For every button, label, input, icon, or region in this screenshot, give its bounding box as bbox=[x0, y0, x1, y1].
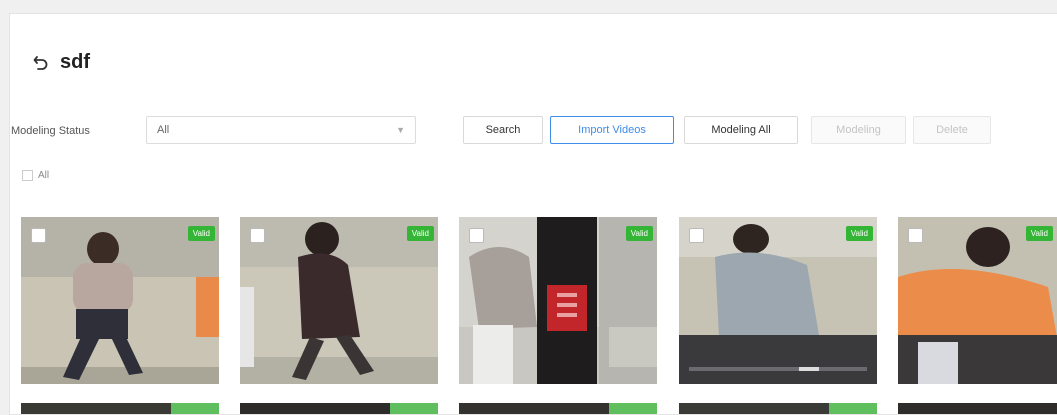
video-thumbnail[interactable] bbox=[679, 402, 877, 414]
select-all[interactable]: All bbox=[22, 170, 49, 181]
person-thumbnail-image bbox=[679, 217, 877, 384]
modeling-status-select[interactable]: All ▼ bbox=[146, 116, 416, 144]
video-thumbnail[interactable] bbox=[459, 402, 657, 414]
person-thumbnail-image bbox=[21, 217, 219, 384]
modeling-status-value: All bbox=[157, 124, 170, 136]
video-thumbnail[interactable]: Valid bbox=[898, 217, 1057, 384]
video-thumbnail[interactable] bbox=[898, 402, 1057, 414]
video-thumbnail[interactable]: Valid bbox=[240, 217, 438, 384]
video-thumbnail[interactable]: Valid bbox=[459, 217, 657, 384]
modeling-status-label: Modeling Status bbox=[11, 125, 90, 137]
item-checkbox[interactable] bbox=[689, 228, 704, 243]
page-header: sdf bbox=[30, 47, 90, 77]
item-checkbox[interactable] bbox=[908, 228, 923, 243]
chevron-down-icon: ▼ bbox=[396, 125, 405, 135]
status-badge: Valid bbox=[845, 226, 873, 241]
status-badge: Valid bbox=[187, 226, 215, 241]
video-thumbnail[interactable]: Valid bbox=[679, 217, 877, 384]
video-thumbnail[interactable] bbox=[21, 402, 219, 414]
item-checkbox[interactable] bbox=[469, 228, 484, 243]
modeling-all-button[interactable]: Modeling All bbox=[684, 116, 798, 144]
page-title: sdf bbox=[60, 50, 90, 73]
delete-button[interactable]: Delete bbox=[913, 116, 991, 144]
import-videos-button[interactable]: Import Videos bbox=[550, 116, 674, 144]
video-thumbnail[interactable] bbox=[240, 402, 438, 414]
back-icon[interactable] bbox=[30, 51, 52, 73]
status-badge: Valid bbox=[625, 226, 653, 241]
modeling-button[interactable]: Modeling bbox=[811, 116, 906, 144]
person-thumbnail-image bbox=[240, 217, 438, 384]
select-all-checkbox[interactable] bbox=[22, 170, 33, 181]
item-checkbox[interactable] bbox=[31, 228, 46, 243]
person-thumbnail-image bbox=[459, 217, 657, 384]
video-thumbnail[interactable]: Valid bbox=[21, 217, 219, 384]
status-badge: Valid bbox=[1025, 226, 1053, 241]
item-checkbox[interactable] bbox=[250, 228, 265, 243]
status-badge: Valid bbox=[406, 226, 434, 241]
filter-row: Modeling Status All ▼ Search Import Vide… bbox=[11, 116, 1011, 146]
select-all-label: All bbox=[38, 170, 50, 181]
search-button[interactable]: Search bbox=[463, 116, 543, 144]
